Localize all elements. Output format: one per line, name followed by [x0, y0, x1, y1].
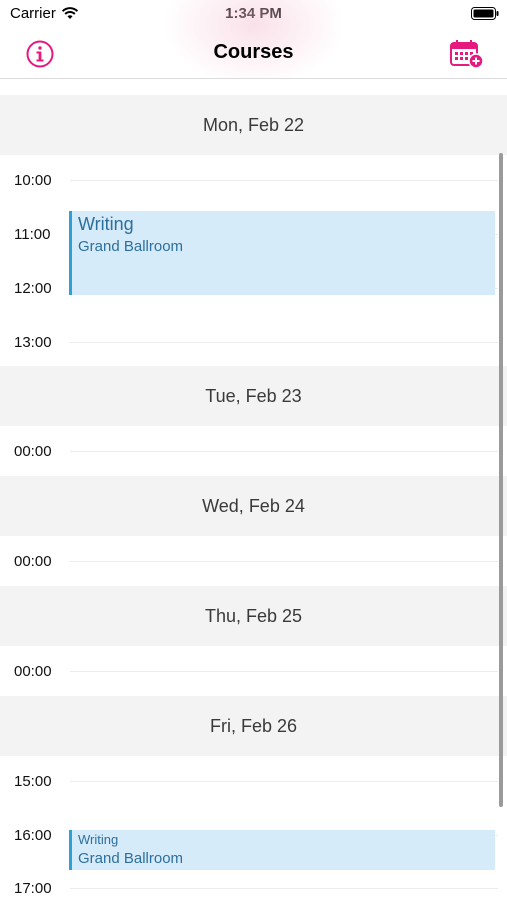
hour-label: 00:00: [14, 443, 52, 460]
page-title: Courses: [213, 41, 294, 63]
day-header: Wed, Feb 24: [0, 476, 507, 536]
navigation-bar: Courses: [0, 28, 507, 79]
day-header-label: Tue, Feb 23: [205, 386, 302, 406]
day-header-label: Wed, Feb 24: [202, 496, 305, 516]
hour-label: 00:00: [14, 553, 52, 570]
battery-icon: [471, 7, 499, 20]
event-block[interactable]: Writing Grand Ballroom: [69, 830, 495, 870]
day-header-label: Mon, Feb 22: [202, 115, 305, 135]
day-header: Tue, Feb 23: [0, 366, 507, 426]
hour-divider: [70, 342, 498, 343]
day-header: Mon, Feb 22: [0, 95, 507, 155]
hour-label: 11:00: [14, 226, 51, 243]
status-bar: Carrier 1:34 PM: [0, 0, 507, 28]
event-block[interactable]: Writing Grand Ballroom: [69, 211, 495, 295]
hour-label: 10:00: [14, 172, 52, 189]
clock: 1:34 PM: [225, 5, 282, 22]
hour-label: 12:00: [14, 280, 52, 297]
event-location: Grand Ballroom: [78, 850, 184, 867]
event-title: Writing: [78, 832, 119, 847]
vertical-scrollbar[interactable]: [499, 153, 503, 807]
hour-divider: [70, 888, 498, 889]
hour-label: 15:00: [14, 773, 52, 790]
hour-label: 00:00: [14, 663, 52, 680]
event-location: Grand Ballroom: [78, 238, 184, 255]
hour-label: 17:00: [14, 880, 52, 897]
schedule-list[interactable]: Mon, Feb 22 10:00 11:00 12:00 13:00 Writ…: [0, 79, 507, 900]
day-header: Fri, Feb 26: [0, 696, 507, 756]
day-header-label: Fri, Feb 26: [209, 716, 298, 736]
hour-label: 16:00: [14, 827, 52, 844]
calendar-add-icon[interactable]: [449, 39, 485, 69]
day-header-label: Thu, Feb 25: [204, 606, 303, 626]
hour-divider: [70, 180, 498, 181]
hour-divider: [70, 781, 498, 782]
day-header: Thu, Feb 25: [0, 586, 507, 646]
hour-divider: [70, 561, 498, 562]
hour-divider: [70, 451, 498, 452]
event-title: Writing: [78, 214, 134, 234]
hour-label: 13:00: [14, 334, 52, 351]
hour-divider: [70, 671, 498, 672]
